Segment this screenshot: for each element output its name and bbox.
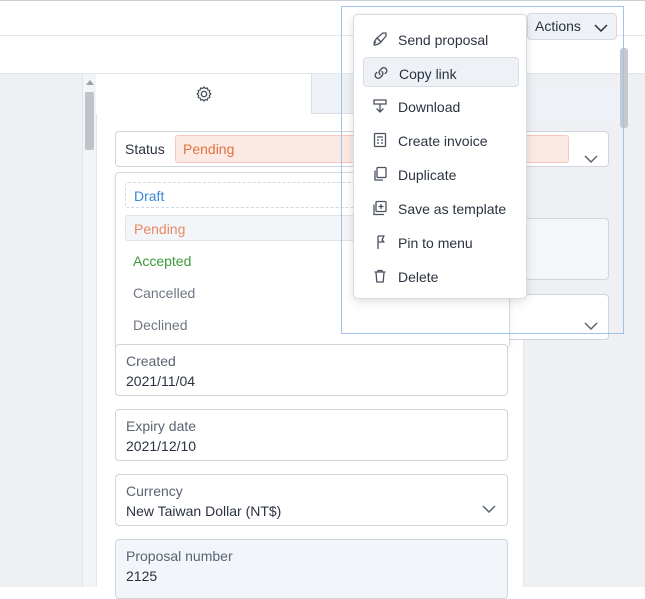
- left-scrollbar[interactable]: [82, 74, 96, 587]
- menu-item-label: Send proposal: [398, 32, 489, 48]
- status-value: Pending: [183, 141, 235, 157]
- menu-item-copy-link[interactable]: Copy link: [363, 57, 519, 87]
- currency-select[interactable]: Currency New Taiwan Dollar (NT$): [115, 474, 508, 526]
- menu-item-create-invoice[interactable]: Create invoice: [363, 125, 519, 155]
- scroll-up-arrow-icon[interactable]: [86, 80, 94, 85]
- proposal-number-value: 2125: [126, 568, 158, 584]
- send-icon: [373, 32, 387, 46]
- left-pane: [0, 74, 82, 587]
- link-icon: [374, 67, 388, 79]
- menu-item-download[interactable]: Download: [363, 91, 519, 121]
- currency-label: Currency: [126, 483, 183, 499]
- created-label: Created: [126, 353, 176, 369]
- currency-value: New Taiwan Dollar (NT$): [126, 503, 282, 519]
- created-value: 2021/11/04: [126, 373, 196, 389]
- menu-item-duplicate[interactable]: Duplicate: [363, 159, 519, 189]
- menu-item-label: Copy link: [399, 66, 457, 82]
- duplicate-icon: [374, 166, 387, 181]
- chevron-down-icon[interactable]: [594, 24, 608, 32]
- actions-menu: Send proposal Copy link Download Create …: [353, 14, 527, 299]
- scrollbar-thumb[interactable]: [85, 92, 94, 150]
- trash-icon: [374, 269, 386, 283]
- gear-icon: [196, 86, 212, 102]
- tab-settings[interactable]: [96, 74, 311, 114]
- pin-icon: [377, 235, 385, 249]
- menu-item-label: Save as template: [398, 201, 507, 217]
- menu-item-label: Create invoice: [398, 133, 488, 149]
- created-field[interactable]: Created 2021/11/04: [115, 344, 508, 396]
- expiry-date-field[interactable]: Expiry date 2021/12/10: [115, 409, 508, 461]
- menu-item-label: Download: [398, 99, 461, 115]
- expiry-date-value: 2021/12/10: [126, 438, 197, 454]
- menu-item-label: Pin to menu: [398, 235, 473, 251]
- proposal-number-field[interactable]: Proposal number 2125: [115, 539, 508, 599]
- menu-item-save-as-template[interactable]: Save as template: [363, 193, 519, 223]
- download-icon: [373, 99, 387, 113]
- menu-item-label: Duplicate: [398, 167, 457, 183]
- proposal-number-label: Proposal number: [126, 548, 233, 564]
- menu-item-delete[interactable]: Delete: [363, 261, 519, 291]
- invoice-icon: [373, 132, 387, 148]
- template-icon: [373, 200, 387, 216]
- chevron-down-icon[interactable]: [482, 505, 496, 513]
- actions-label: Actions: [535, 18, 581, 34]
- menu-item-pin-to-menu[interactable]: Pin to menu: [363, 227, 519, 257]
- menu-item-send-proposal[interactable]: Send proposal: [363, 24, 519, 54]
- status-label: Status: [125, 141, 165, 157]
- expiry-date-label: Expiry date: [126, 418, 197, 434]
- menu-item-label: Delete: [398, 269, 439, 285]
